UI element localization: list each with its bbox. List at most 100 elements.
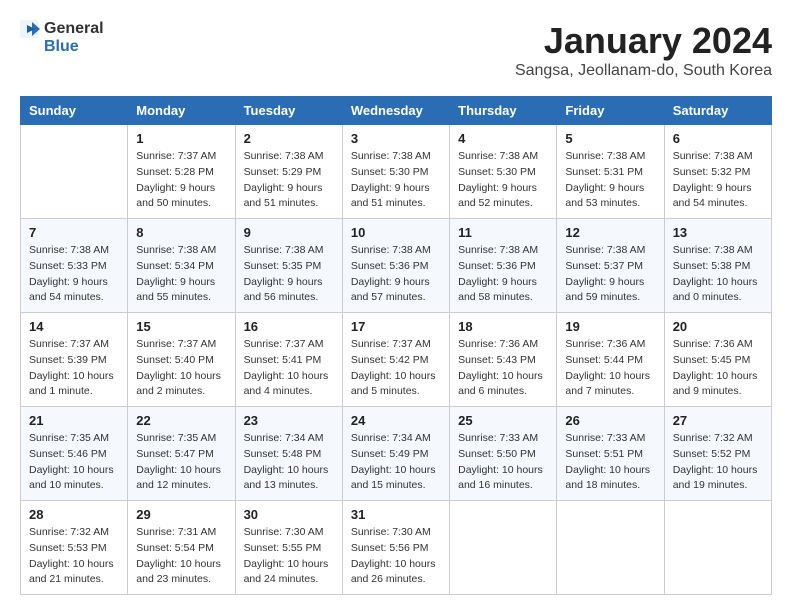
calendar-cell: 18 Sunrise: 7:36 AMSunset: 5:43 PMDayligh… [450, 313, 557, 407]
day-number: 24 [351, 413, 441, 428]
calendar-cell: 22 Sunrise: 7:35 AMSunset: 5:47 PMDayligh… [128, 407, 235, 501]
calendar-cell: 6Sunrise: 7:38 AMSunset: 5:32 PMDaylight… [664, 125, 771, 219]
calendar-cell: 2Sunrise: 7:38 AMSunset: 5:29 PMDaylight… [235, 125, 342, 219]
header-monday: Monday [128, 97, 235, 125]
calendar-cell: 5 Sunrise: 7:38 AMSunset: 5:31 PMDaylight… [557, 125, 664, 219]
header-friday: Friday [557, 97, 664, 125]
day-number: 8 [136, 225, 226, 240]
calendar-cell [21, 125, 128, 219]
location-title: Sangsa, Jeollanam-do, South Korea [515, 62, 772, 80]
day-number: 20 [673, 319, 763, 334]
day-number: 11 [458, 225, 548, 240]
header-sunday: Sunday [21, 97, 128, 125]
day-info: Sunrise: 7:37 AMSunset: 5:40 PMDaylight:… [136, 337, 226, 400]
day-number: 22 [136, 413, 226, 428]
day-number: 26 [565, 413, 655, 428]
day-number: 15 [136, 319, 226, 334]
day-info: Sunrise: 7:35 AMSunset: 5:46 PMDaylight:… [29, 431, 119, 494]
day-info: Sunrise: 7:35 AMSunset: 5:47 PMDaylight:… [136, 431, 226, 494]
day-number: 30 [244, 507, 334, 522]
logo-graphic [20, 20, 42, 38]
day-info: Sunrise: 7:36 AMSunset: 5:43 PMDaylight:… [458, 337, 548, 400]
calendar-cell [557, 501, 664, 595]
calendar-week-row: 21 Sunrise: 7:35 AMSunset: 5:46 PMDayligh… [21, 407, 772, 501]
calendar-cell: 24 Sunrise: 7:34 AMSunset: 5:49 PMDayligh… [342, 407, 449, 501]
calendar-cell: 3Sunrise: 7:38 AMSunset: 5:30 PMDaylight… [342, 125, 449, 219]
calendar-cell: 21 Sunrise: 7:35 AMSunset: 5:46 PMDayligh… [21, 407, 128, 501]
day-info: Sunrise: 7:38 AMSunset: 5:38 PMDaylight:… [673, 243, 763, 306]
day-number: 23 [244, 413, 334, 428]
day-info: Sunrise: 7:34 AMSunset: 5:49 PMDaylight:… [351, 431, 441, 494]
calendar-cell: 11Sunrise: 7:38 AMSunset: 5:36 PMDayligh… [450, 219, 557, 313]
day-number: 29 [136, 507, 226, 522]
day-info: Sunrise: 7:30 AMSunset: 5:55 PMDaylight:… [244, 525, 334, 588]
calendar-table: SundayMondayTuesdayWednesdayThursdayFrid… [20, 96, 772, 595]
calendar-cell: 16Sunrise: 7:37 AMSunset: 5:41 PMDayligh… [235, 313, 342, 407]
day-info: Sunrise: 7:30 AMSunset: 5:56 PMDaylight:… [351, 525, 441, 588]
day-number: 12 [565, 225, 655, 240]
calendar-cell: 8Sunrise: 7:38 AMSunset: 5:34 PMDaylight… [128, 219, 235, 313]
calendar-cell: 9 Sunrise: 7:38 AMSunset: 5:35 PMDaylight… [235, 219, 342, 313]
day-info: Sunrise: 7:37 AMSunset: 5:42 PMDaylight:… [351, 337, 441, 400]
logo-text: General Blue [20, 20, 104, 57]
calendar-cell: 15 Sunrise: 7:37 AMSunset: 5:40 PMDayligh… [128, 313, 235, 407]
day-number: 14 [29, 319, 119, 334]
day-number: 13 [673, 225, 763, 240]
day-info: Sunrise: 7:38 AMSunset: 5:30 PMDaylight:… [458, 149, 548, 212]
day-number: 25 [458, 413, 548, 428]
calendar-cell: 10 Sunrise: 7:38 AMSunset: 5:36 PMDayligh… [342, 219, 449, 313]
calendar-cell [664, 501, 771, 595]
day-info: Sunrise: 7:38 AMSunset: 5:33 PMDaylight:… [29, 243, 119, 306]
calendar-week-row: 1 Sunrise: 7:37 AMSunset: 5:28 PMDaylight… [21, 125, 772, 219]
header-wednesday: Wednesday [342, 97, 449, 125]
day-number: 4 [458, 131, 548, 146]
day-info: Sunrise: 7:37 AMSunset: 5:28 PMDaylight:… [136, 149, 226, 212]
day-number: 1 [136, 131, 226, 146]
month-title: January 2024 [515, 20, 772, 62]
day-info: Sunrise: 7:32 AMSunset: 5:53 PMDaylight:… [29, 525, 119, 588]
logo-general: General [44, 20, 104, 38]
day-info: Sunrise: 7:38 AMSunset: 5:31 PMDaylight:… [565, 149, 655, 212]
day-info: Sunrise: 7:31 AMSunset: 5:54 PMDaylight:… [136, 525, 226, 588]
header-thursday: Thursday [450, 97, 557, 125]
calendar-cell [450, 501, 557, 595]
day-number: 3 [351, 131, 441, 146]
day-info: Sunrise: 7:36 AMSunset: 5:44 PMDaylight:… [565, 337, 655, 400]
calendar-cell: 14Sunrise: 7:37 AMSunset: 5:39 PMDayligh… [21, 313, 128, 407]
day-number: 9 [244, 225, 334, 240]
day-info: Sunrise: 7:38 AMSunset: 5:35 PMDaylight:… [244, 243, 334, 306]
day-number: 31 [351, 507, 441, 522]
calendar-cell: 4 Sunrise: 7:38 AMSunset: 5:30 PMDaylight… [450, 125, 557, 219]
day-number: 10 [351, 225, 441, 240]
day-number: 7 [29, 225, 119, 240]
calendar-cell: 31 Sunrise: 7:30 AMSunset: 5:56 PMDayligh… [342, 501, 449, 595]
day-info: Sunrise: 7:33 AMSunset: 5:50 PMDaylight:… [458, 431, 548, 494]
header-saturday: Saturday [664, 97, 771, 125]
calendar-week-row: 7 Sunrise: 7:38 AMSunset: 5:33 PMDaylight… [21, 219, 772, 313]
calendar-cell: 29 Sunrise: 7:31 AMSunset: 5:54 PMDayligh… [128, 501, 235, 595]
day-info: Sunrise: 7:33 AMSunset: 5:51 PMDaylight:… [565, 431, 655, 494]
day-info: Sunrise: 7:32 AMSunset: 5:52 PMDaylight:… [673, 431, 763, 494]
calendar-week-row: 14Sunrise: 7:37 AMSunset: 5:39 PMDayligh… [21, 313, 772, 407]
calendar-cell: 28 Sunrise: 7:32 AMSunset: 5:53 PMDayligh… [21, 501, 128, 595]
day-number: 28 [29, 507, 119, 522]
day-info: Sunrise: 7:38 AMSunset: 5:36 PMDaylight:… [351, 243, 441, 306]
calendar-cell: 27 Sunrise: 7:32 AMSunset: 5:52 PMDayligh… [664, 407, 771, 501]
day-number: 27 [673, 413, 763, 428]
day-number: 5 [565, 131, 655, 146]
day-info: Sunrise: 7:38 AMSunset: 5:32 PMDaylight:… [673, 149, 763, 212]
day-number: 17 [351, 319, 441, 334]
day-number: 16 [244, 319, 334, 334]
day-number: 21 [29, 413, 119, 428]
calendar-cell: 17 Sunrise: 7:37 AMSunset: 5:42 PMDayligh… [342, 313, 449, 407]
logo-blue: Blue [44, 38, 104, 56]
calendar-header-row: SundayMondayTuesdayWednesdayThursdayFrid… [21, 97, 772, 125]
day-number: 18 [458, 319, 548, 334]
calendar-cell: 1 Sunrise: 7:37 AMSunset: 5:28 PMDaylight… [128, 125, 235, 219]
day-info: Sunrise: 7:38 AMSunset: 5:29 PMDaylight:… [244, 149, 334, 212]
day-info: Sunrise: 7:34 AMSunset: 5:48 PMDaylight:… [244, 431, 334, 494]
day-info: Sunrise: 7:38 AMSunset: 5:37 PMDaylight:… [565, 243, 655, 306]
header-tuesday: Tuesday [235, 97, 342, 125]
calendar-cell: 7 Sunrise: 7:38 AMSunset: 5:33 PMDaylight… [21, 219, 128, 313]
page-header: General Blue January 2024 Sangsa, Jeolla… [20, 20, 772, 80]
